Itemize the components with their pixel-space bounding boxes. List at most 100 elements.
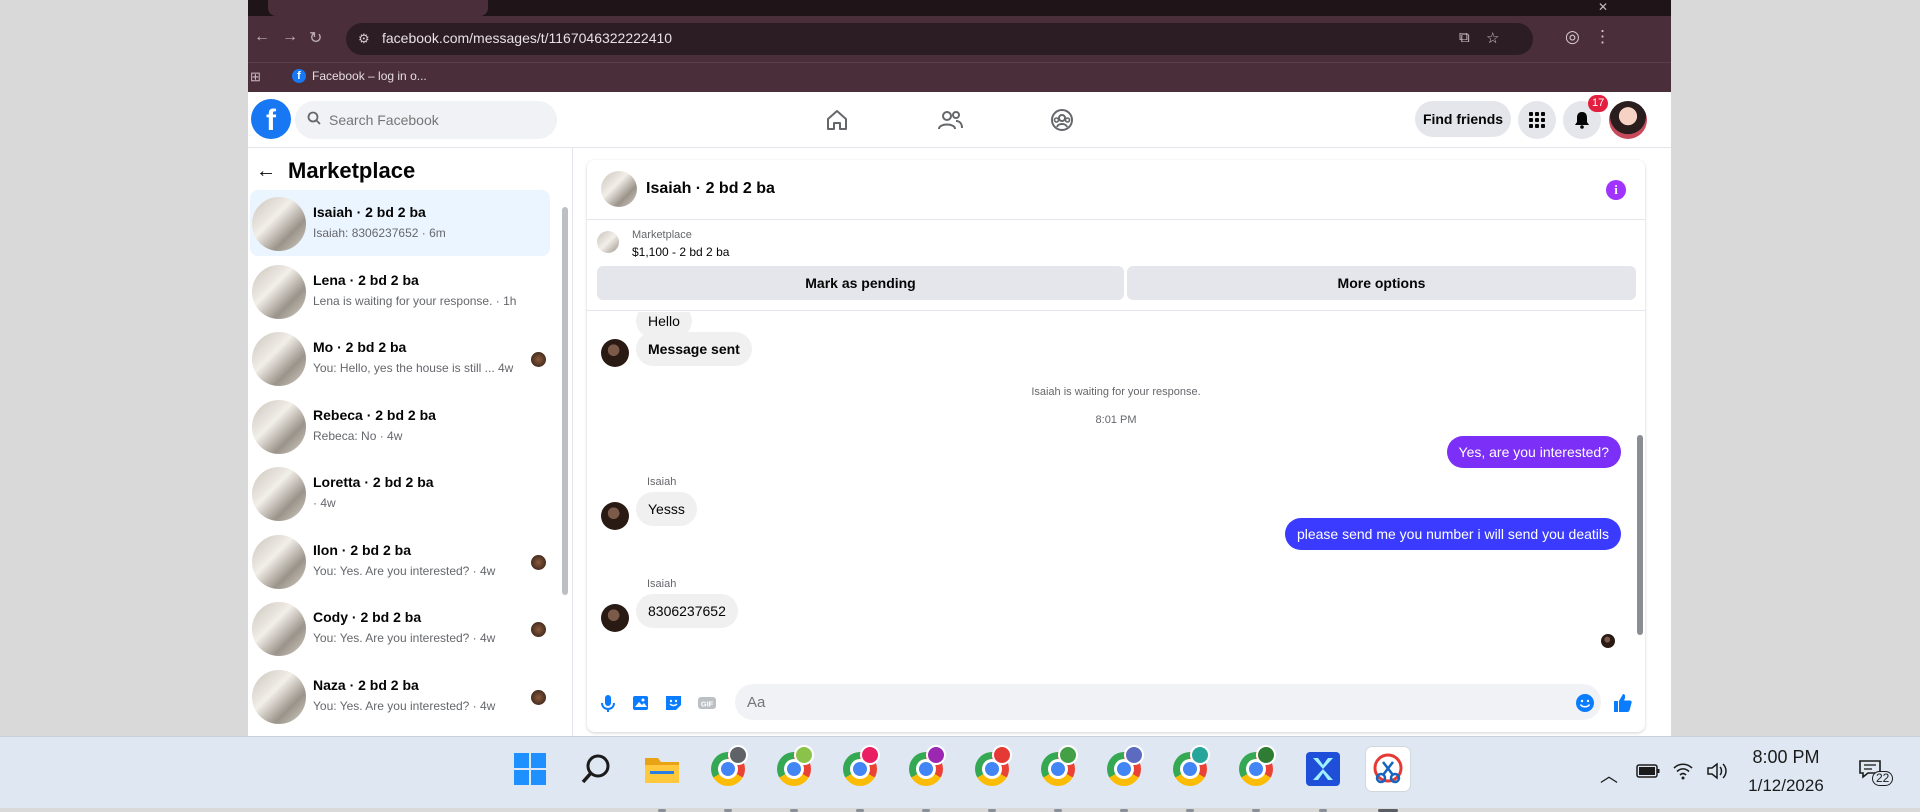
sticker-icon[interactable] xyxy=(663,692,685,714)
listing-thumbnail[interactable] xyxy=(597,231,619,253)
menu-grid-icon[interactable] xyxy=(1518,101,1556,139)
chrome-window-icon[interactable] xyxy=(838,745,882,812)
bookmarks-bar: ⊞ f Facebook – log in o... xyxy=(248,62,1671,92)
more-options-button[interactable]: More options xyxy=(1127,266,1636,300)
info-icon[interactable]: i xyxy=(1606,180,1626,200)
active-tab[interactable] xyxy=(268,0,488,16)
chrome-window-icon[interactable] xyxy=(1036,745,1080,812)
read-receipt-avatar xyxy=(1601,634,1615,648)
back-icon[interactable]: ← xyxy=(254,28,270,46)
profile-icon[interactable]: ◎ xyxy=(1565,27,1580,47)
apps-grid-icon[interactable]: ⊞ xyxy=(250,69,261,85)
gif-icon[interactable]: GIF xyxy=(696,692,718,714)
conversation-item[interactable]: Mo · 2 bd 2 ba You: Hello, yes the house … xyxy=(250,325,550,391)
conversation-item[interactable]: Cody · 2 bd 2 ba You: Yes. Are you intere… xyxy=(250,595,550,661)
microphone-icon[interactable] xyxy=(597,692,619,714)
sender-avatar[interactable] xyxy=(601,604,629,632)
conversation-item[interactable]: Ilon · 2 bd 2 ba You: Yes. Are you intere… xyxy=(250,528,550,594)
facebook-logo-icon[interactable]: f xyxy=(251,99,291,139)
chrome-window-icon[interactable] xyxy=(970,745,1014,812)
install-app-icon[interactable]: ⧉ xyxy=(1459,29,1470,46)
back-arrow-icon[interactable]: ← xyxy=(256,160,276,183)
mark-as-pending-button[interactable]: Mark as pending xyxy=(597,266,1124,300)
chrome-window-icon[interactable] xyxy=(772,745,816,812)
search-box[interactable] xyxy=(295,101,557,139)
conversation-item[interactable]: Loretta · 2 bd 2 ba · 4w xyxy=(250,460,550,526)
profile-badge-icon xyxy=(860,745,880,765)
listing-panel: Marketplace $1,100 - 2 bd 2 ba Mark as p… xyxy=(587,221,1645,311)
like-thumb-icon[interactable] xyxy=(1612,692,1634,714)
forward-icon[interactable]: → xyxy=(282,28,298,46)
thread-scroll-thumb[interactable] xyxy=(1637,435,1643,635)
conversation-preview: Rebeca: No · 4w xyxy=(313,428,403,443)
listing-thumbnail xyxy=(252,197,306,251)
notification-center-icon[interactable]: 22 xyxy=(1858,759,1894,787)
sender-avatar[interactable] xyxy=(601,339,629,367)
facebook-header: f Find friends 17 xyxy=(248,92,1671,148)
message-bubble: Yesss xyxy=(636,492,697,526)
bookmark-label: Facebook – log in o... xyxy=(312,69,427,83)
home-icon[interactable] xyxy=(823,106,851,134)
address-bar[interactable]: ⚙ facebook.com/messages/t/11670463222224… xyxy=(346,23,1533,55)
site-info-icon[interactable]: ⚙ xyxy=(358,31,374,47)
search-input[interactable] xyxy=(329,101,549,139)
system-clock[interactable]: 8:00 PM 1/12/2026 xyxy=(1740,747,1832,796)
conversation-preview: You: Yes. Are you interested? · 4w xyxy=(313,563,496,578)
app-x-icon[interactable] xyxy=(1301,747,1345,812)
chrome-window-icon[interactable] xyxy=(904,745,948,812)
windows-taskbar: ︿ 8:00 PM 1/12/2026 22 xyxy=(0,736,1920,812)
conversation-preview: You: Yes. Are you interested? · 4w xyxy=(313,631,496,645)
profile-badge-icon xyxy=(1124,745,1144,765)
listing-thumbnail xyxy=(252,399,306,454)
chat-title[interactable]: Isaiah · 2 bd 2 ba xyxy=(646,180,775,198)
clock-time: 8:00 PM xyxy=(1752,747,1820,767)
message-thread: Hello Message sent Isaiah is waiting for… xyxy=(587,312,1645,667)
chevron-up-icon[interactable]: ︿ xyxy=(1600,762,1618,788)
conversation-item[interactable]: Isaiah · 2 bd 2 ba Isaiah: 8306237652 · 6… xyxy=(250,190,550,256)
conversation-title: Ilon · 2 bd 2 ba xyxy=(313,541,412,558)
chrome-window-icon[interactable] xyxy=(1168,745,1212,812)
message-bubble: 8306237652 xyxy=(636,594,738,628)
wifi-icon[interactable] xyxy=(1672,762,1694,785)
start-button[interactable] xyxy=(508,747,552,791)
file-explorer-icon[interactable] xyxy=(640,747,684,812)
bookmark-facebook[interactable]: f Facebook – log in o... xyxy=(292,69,427,83)
conversation-title: Loretta · 2 bd 2 ba xyxy=(313,474,434,490)
chrome-window-icon[interactable] xyxy=(1102,745,1146,812)
url-text: facebook.com/messages/t/1167046322222410 xyxy=(382,30,673,46)
sender-avatar[interactable] xyxy=(601,502,629,530)
friends-icon[interactable] xyxy=(936,106,964,134)
chrome-window-icon[interactable] xyxy=(706,745,750,812)
message-input[interactable] xyxy=(735,684,1601,720)
bookmark-star-icon[interactable]: ☆ xyxy=(1486,29,1499,47)
chat-listing-thumbnail[interactable] xyxy=(601,171,637,207)
conversation-item[interactable]: Rebeca · 2 bd 2 ba Rebeca: No · 4w xyxy=(250,393,550,459)
battery-icon[interactable] xyxy=(1636,762,1660,783)
account-avatar[interactable] xyxy=(1609,101,1647,139)
conversation-title: Mo · 2 bd 2 ba xyxy=(313,339,407,355)
emoji-icon[interactable] xyxy=(1574,692,1596,714)
chrome-window-icon[interactable] xyxy=(1234,745,1278,812)
sidebar-scroll-thumb[interactable] xyxy=(562,207,568,595)
svg-text:GIF: GIF xyxy=(701,700,714,709)
snipping-tool-icon[interactable] xyxy=(1366,747,1410,812)
seen-avatar xyxy=(531,352,546,367)
groups-icon[interactable] xyxy=(1048,106,1076,134)
listing-thumbnail xyxy=(252,332,306,386)
sidebar-scrollbar[interactable] xyxy=(561,195,569,725)
listing-thumbnail xyxy=(252,534,306,589)
search-taskbar-icon[interactable] xyxy=(574,747,618,791)
volume-icon[interactable] xyxy=(1706,762,1730,785)
chat-header: Isaiah · 2 bd 2 ba i xyxy=(587,160,1645,220)
conversation-item[interactable]: Naza · 2 bd 2 ba You: Yes. Are you intere… xyxy=(250,663,550,729)
conversation-item[interactable]: Lena · 2 bd 2 ba Lena is waiting for your… xyxy=(250,258,550,324)
kebab-menu-icon[interactable]: ⋮ xyxy=(1594,27,1611,47)
close-window-icon[interactable]: ✕ xyxy=(1598,0,1608,14)
reload-icon[interactable]: ↻ xyxy=(309,28,322,48)
find-friends-button[interactable]: Find friends xyxy=(1415,101,1511,137)
photo-gallery-icon[interactable] xyxy=(630,692,652,714)
listing-category: Marketplace xyxy=(632,229,692,241)
notification-count-badge: 22 xyxy=(1872,771,1894,786)
sidebar-title: Marketplace xyxy=(288,158,416,183)
thread-scrollbar[interactable] xyxy=(1636,312,1645,667)
